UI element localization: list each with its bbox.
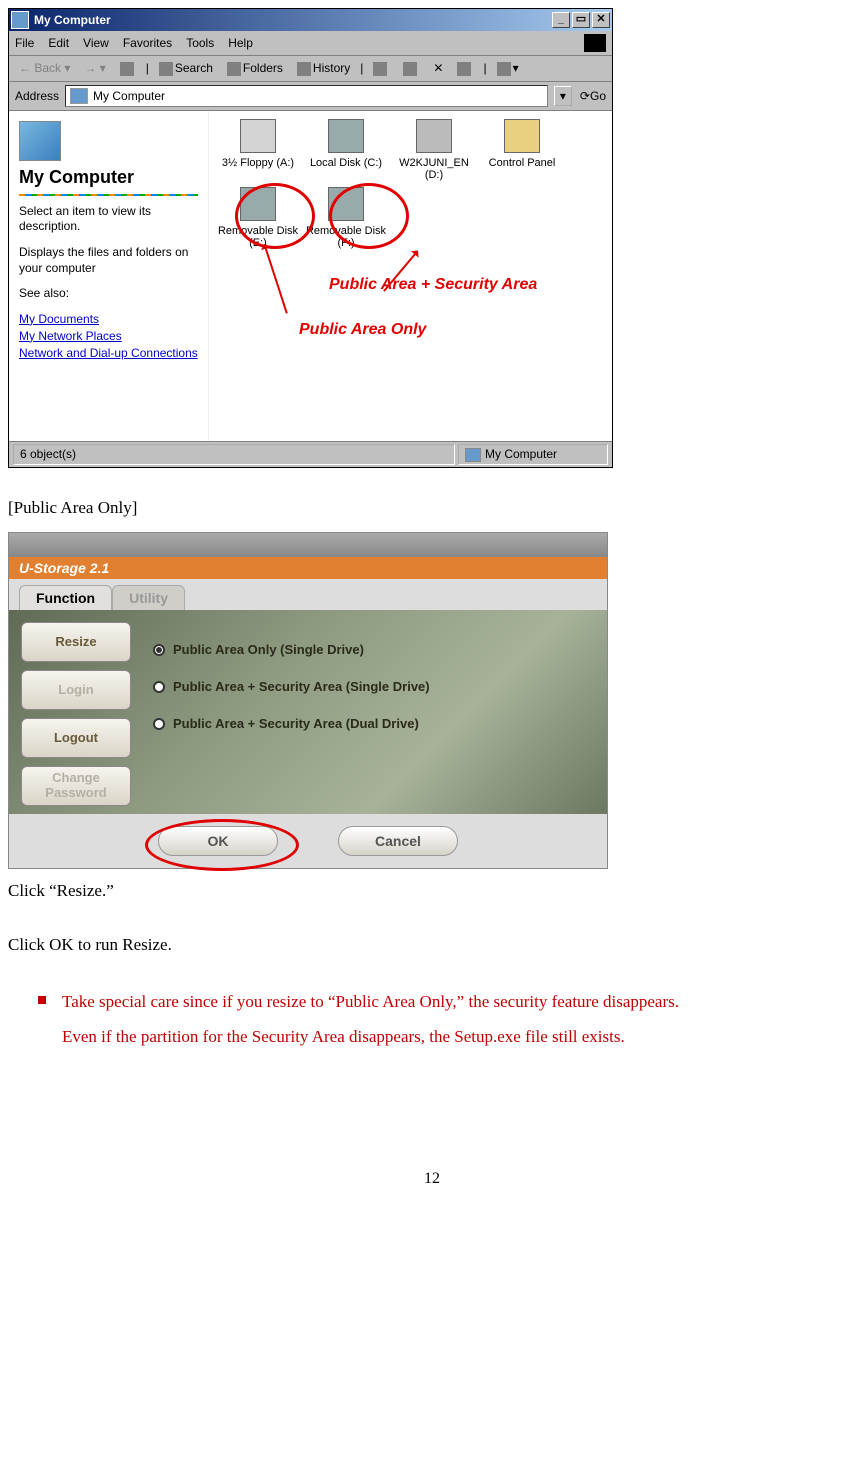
menu-tools[interactable]: Tools — [186, 36, 214, 50]
radio-icon — [153, 644, 165, 656]
address-bar: Address My Computer ▾ ⟳Go — [9, 82, 612, 111]
dialog-options: Public Area Only (Single Drive) Public A… — [143, 622, 595, 806]
address-icon — [70, 88, 88, 104]
info-pane: My Computer Select an item to view its d… — [9, 111, 209, 441]
drive-local-c[interactable]: Local Disk (C:) — [305, 119, 387, 181]
tab-function[interactable]: Function — [19, 585, 112, 610]
forward-button[interactable]: → ▾ — [80, 59, 109, 77]
dialog-footer: OK Cancel — [9, 814, 607, 868]
address-field[interactable]: My Computer — [65, 85, 548, 107]
go-button[interactable]: ⟳Go — [580, 89, 606, 103]
menu-edit[interactable]: Edit — [48, 36, 69, 50]
warning-list: Take special care since if you resize to… — [38, 989, 856, 1015]
tool-btn-2[interactable] — [399, 59, 423, 78]
red-circle-public-only — [235, 183, 315, 249]
bullet-icon — [38, 996, 46, 1004]
views-button[interactable]: ▾ — [493, 59, 523, 78]
text-click-ok: Click OK to run Resize. — [8, 935, 856, 955]
pane-desc: Displays the files and folders on your c… — [19, 245, 198, 276]
login-button[interactable]: Login — [21, 670, 131, 710]
red-arrow-1 — [264, 246, 288, 313]
cancel-button[interactable]: Cancel — [338, 826, 458, 856]
status-location: My Computer — [458, 444, 608, 465]
menu-file[interactable]: File — [15, 36, 34, 50]
logout-button[interactable]: Logout — [21, 718, 131, 758]
dialog-titlebar — [9, 533, 607, 557]
titlebar: My Computer _ ▭ ✕ — [9, 9, 612, 31]
menubar: File Edit View Favorites Tools Help — [9, 31, 612, 56]
option-public-security-single[interactable]: Public Area + Security Area (Single Driv… — [153, 679, 585, 694]
address-value: My Computer — [93, 89, 165, 103]
menu-favorites[interactable]: Favorites — [123, 36, 172, 50]
search-button[interactable]: Search — [155, 59, 217, 78]
address-dropdown[interactable]: ▾ — [554, 86, 572, 106]
resize-button[interactable]: Resize — [21, 622, 131, 662]
maximize-button[interactable]: ▭ — [572, 12, 590, 28]
history-button[interactable]: History — [293, 59, 354, 78]
ok-button[interactable]: OK — [158, 826, 278, 856]
option-public-security-dual[interactable]: Public Area + Security Area (Dual Drive) — [153, 716, 585, 731]
pane-hint: Select an item to view its description. — [19, 204, 198, 235]
status-objects: 6 object(s) — [13, 444, 455, 465]
tool-btn-1[interactable] — [369, 59, 393, 78]
link-network-dialup[interactable]: Network and Dial-up Connections — [19, 346, 198, 360]
control-panel[interactable]: Control Panel — [481, 119, 563, 181]
drive-floppy[interactable]: 3½ Floppy (A:) — [217, 119, 299, 181]
tab-utility[interactable]: Utility — [112, 585, 185, 610]
link-mydocs[interactable]: My Documents — [19, 312, 198, 326]
drive-cd-d[interactable]: W2KJUNI_EN (D:) — [393, 119, 475, 181]
text-click-resize: Click “Resize.” — [8, 881, 856, 901]
red-circle-public-security — [329, 183, 409, 249]
warning-2: Even if the partition for the Security A… — [62, 1024, 856, 1050]
menu-help[interactable]: Help — [228, 36, 253, 50]
icon-pane: 3½ Floppy (A:) Local Disk (C:) W2KJUNI_E… — [209, 111, 612, 441]
delete-button[interactable]: ✕ — [429, 59, 447, 77]
option-public-only[interactable]: Public Area Only (Single Drive) — [153, 642, 585, 657]
pane-title: My Computer — [19, 167, 198, 188]
link-network-places[interactable]: My Network Places — [19, 329, 198, 343]
mycomputer-window: My Computer _ ▭ ✕ File Edit View Favorit… — [8, 8, 613, 468]
mycomputer-large-icon — [19, 121, 61, 161]
change-password-button[interactable]: Change Password — [21, 766, 131, 806]
window-title: My Computer — [34, 13, 111, 27]
dialog-brand: U-Storage 2.1 — [9, 557, 607, 579]
caption-public-area-only: [Public Area Only] — [8, 498, 856, 518]
annotation-public-security: Public Area + Security Area — [329, 276, 537, 294]
menu-view[interactable]: View — [83, 36, 109, 50]
dialog-tabs: Function Utility — [9, 579, 607, 610]
status-icon — [465, 448, 481, 462]
dialog-sidebar: Resize Login Logout Change Password — [21, 622, 131, 806]
see-also-label: See also: — [19, 286, 198, 302]
radio-icon — [153, 681, 165, 693]
radio-icon — [153, 718, 165, 730]
folders-button[interactable]: Folders — [223, 59, 287, 78]
undo-button[interactable] — [453, 59, 477, 78]
toolbar: ← Back ▾ → ▾ | Search Folders History | … — [9, 56, 612, 82]
minimize-button[interactable]: _ — [552, 12, 570, 28]
mycomputer-icon — [11, 11, 29, 29]
back-button[interactable]: ← Back ▾ — [15, 59, 74, 77]
up-button[interactable] — [116, 59, 140, 78]
page-number: 12 — [8, 1170, 856, 1188]
warning-1: Take special care since if you resize to… — [62, 989, 679, 1015]
close-button[interactable]: ✕ — [592, 12, 610, 28]
status-bar: 6 object(s) My Computer — [9, 441, 612, 467]
ustorage-dialog: U-Storage 2.1 Function Utility Resize Lo… — [8, 532, 608, 869]
annotation-public-only: Public Area Only — [299, 321, 426, 339]
windows-logo-icon — [584, 34, 606, 52]
address-label: Address — [15, 89, 59, 103]
